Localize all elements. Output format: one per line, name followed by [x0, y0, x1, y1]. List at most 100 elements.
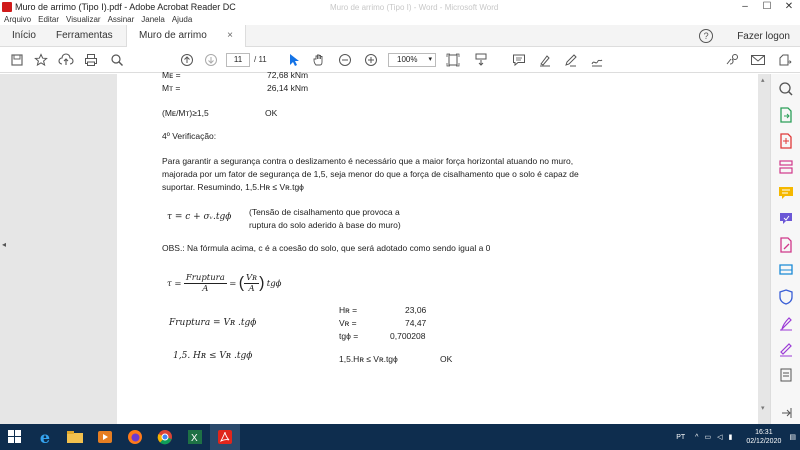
paragraph-line-1: Para garantir a segurança contra o desli… [162, 156, 574, 166]
fill-sign-icon[interactable] [777, 210, 795, 228]
tab-document[interactable]: Muro de arrimo (Ti... × [126, 24, 246, 63]
scan-icon[interactable] [777, 262, 795, 280]
protect-icon[interactable] [777, 288, 795, 306]
tau-note-line-2: ruptura do solo aderido à base do muro) [249, 220, 401, 230]
vertical-scrollbar[interactable]: ▴ ▾ [758, 74, 770, 424]
minimize-button[interactable]: – [734, 0, 756, 14]
firefox-button[interactable] [120, 424, 150, 450]
menu-assinar[interactable]: Assinar [108, 14, 135, 25]
menu-editar[interactable]: Editar [38, 14, 59, 25]
tab-tools[interactable]: Ferramentas [44, 25, 126, 47]
scroll-mode-icon[interactable] [474, 52, 488, 68]
tray-chevron-icon[interactable]: ^ [695, 434, 698, 441]
frac-tail: tgϕ [266, 278, 282, 289]
chrome-button[interactable] [150, 424, 180, 450]
acrobat-button[interactable] [210, 424, 240, 450]
sign-icon[interactable] [590, 52, 604, 68]
search-icon[interactable] [110, 52, 124, 68]
paragraph-line-2: majorada por um fator de segurança de 1,… [162, 169, 579, 179]
tab-close-icon[interactable]: × [227, 25, 233, 47]
title-bar: Muro de arrimo (Tipo I).pdf - Adobe Acro… [0, 0, 800, 14]
select-cursor-icon[interactable] [288, 52, 300, 68]
system-tray: PT ^ ▭ ◁ ▮ 16:31 02/12/2020 ▤ [676, 424, 796, 450]
organize-pages-icon[interactable] [777, 158, 795, 176]
edit-pdf-icon[interactable] [777, 236, 795, 254]
media-player-button[interactable] [90, 424, 120, 450]
prev-page-icon[interactable] [180, 52, 194, 68]
file-explorer-button[interactable] [60, 424, 90, 450]
formula-fruptura: Fruptura = Vʀ .tgϕ [169, 318, 257, 328]
star-icon[interactable] [34, 52, 48, 68]
help-icon[interactable]: ? [699, 29, 714, 43]
start-button[interactable] [0, 424, 30, 450]
menu-arquivo[interactable]: Arquivo [4, 14, 31, 25]
frac-2-num: Vʀ [244, 273, 260, 284]
close-window-button[interactable]: ✕ [778, 0, 800, 14]
save-icon[interactable] [10, 52, 24, 68]
expand-panel-icon[interactable] [777, 404, 795, 422]
menu-ajuda[interactable]: Ajuda [172, 14, 192, 25]
ie-button[interactable]: e [30, 424, 60, 450]
attach-icon[interactable] [776, 52, 792, 68]
excel-button[interactable]: X [180, 424, 210, 450]
clock[interactable]: 16:31 02/12/2020 [746, 428, 781, 446]
zoom-tool-icon[interactable] [777, 80, 795, 98]
notifications-icon[interactable]: ▤ [789, 433, 796, 441]
email-icon[interactable] [750, 52, 766, 68]
firefox-icon [128, 430, 142, 444]
zoom-in-icon[interactable] [364, 52, 378, 68]
frac-1-num: Fruptura [183, 273, 227, 284]
clock-date: 02/12/2020 [746, 438, 782, 445]
send-for-signature-icon[interactable] [777, 340, 795, 358]
upload-icon[interactable] [58, 52, 74, 68]
page-number-input[interactable]: 11 [226, 53, 250, 67]
tab-document-label: Muro de arrimo (Ti... [139, 29, 207, 63]
zoom-level-value: 100% [397, 55, 418, 64]
zoom-out-icon[interactable] [338, 52, 352, 68]
document-viewport[interactable]: ◂ Mᴇ = 72,68 kNm Mᴛ = 26,14 kNm (Mᴇ/Mᴛ)≥… [0, 70, 770, 424]
fit-page-icon[interactable] [446, 52, 460, 68]
redact-icon[interactable] [777, 314, 795, 332]
maximize-button[interactable]: ☐ [756, 0, 778, 14]
ratio-check-expr: (Mᴇ/Mᴛ)≥1,5 [162, 108, 209, 118]
value-vr-label: Vʀ = [339, 318, 357, 328]
final-check-result: OK [440, 354, 453, 364]
menu-janela[interactable]: Janela [141, 14, 165, 25]
scroll-down-icon[interactable]: ▾ [761, 404, 767, 412]
moment-t-label: Mᴛ = [162, 83, 181, 93]
ghost-window-title: Muro de arrimo (Tipo I) - Word - Microso… [330, 2, 499, 12]
comment-icon[interactable] [512, 52, 526, 68]
value-hr: 23,06 [405, 305, 427, 315]
pen-icon[interactable] [564, 52, 578, 68]
export-pdf-icon[interactable] [777, 106, 795, 124]
print-icon[interactable] [84, 52, 98, 68]
login-button[interactable]: Fazer logon [737, 31, 790, 42]
battery-icon[interactable]: ▮ [728, 433, 732, 441]
toolbar: 11 / 11 100% ▾ [0, 47, 800, 73]
volume-icon[interactable]: ◁ [717, 433, 722, 441]
tab-home[interactable]: Início [0, 25, 44, 47]
ratio-check-result: OK [265, 108, 278, 118]
share-link-icon[interactable] [724, 52, 740, 68]
left-panel-toggle-icon[interactable]: ◂ [2, 240, 6, 249]
next-page-icon[interactable] [204, 52, 218, 68]
language-indicator[interactable]: PT [676, 434, 685, 441]
excel-icon: X [188, 430, 202, 444]
zoom-level-select[interactable]: 100% ▾ [388, 53, 436, 67]
chevron-down-icon: ▾ [428, 56, 432, 63]
tools-more-icon[interactable] [777, 366, 795, 384]
scroll-up-icon[interactable]: ▴ [761, 76, 767, 84]
pdf-page: Mᴇ = 72,68 kNm Mᴛ = 26,14 kNm (Mᴇ/Mᴛ)≥1,… [117, 70, 765, 424]
paragraph-line-3: suportar. Resumindo, 1,5.Hʀ ≤ Vʀ.tgϕ [162, 182, 304, 192]
menu-visualizar[interactable]: Visualizar [66, 14, 101, 25]
value-hr-label: Hʀ = [339, 305, 358, 315]
moment-t-value: 26,14 kNm [267, 83, 309, 93]
network-icon[interactable]: ▭ [704, 433, 711, 441]
comment-tool-icon[interactable] [777, 184, 795, 202]
highlight-icon[interactable] [538, 52, 552, 68]
frac-1: Fruptura A [183, 273, 227, 294]
windows-logo-icon [8, 430, 21, 443]
hand-icon[interactable] [312, 52, 326, 68]
create-pdf-icon[interactable] [777, 132, 795, 150]
right-tools-panel [770, 74, 800, 424]
